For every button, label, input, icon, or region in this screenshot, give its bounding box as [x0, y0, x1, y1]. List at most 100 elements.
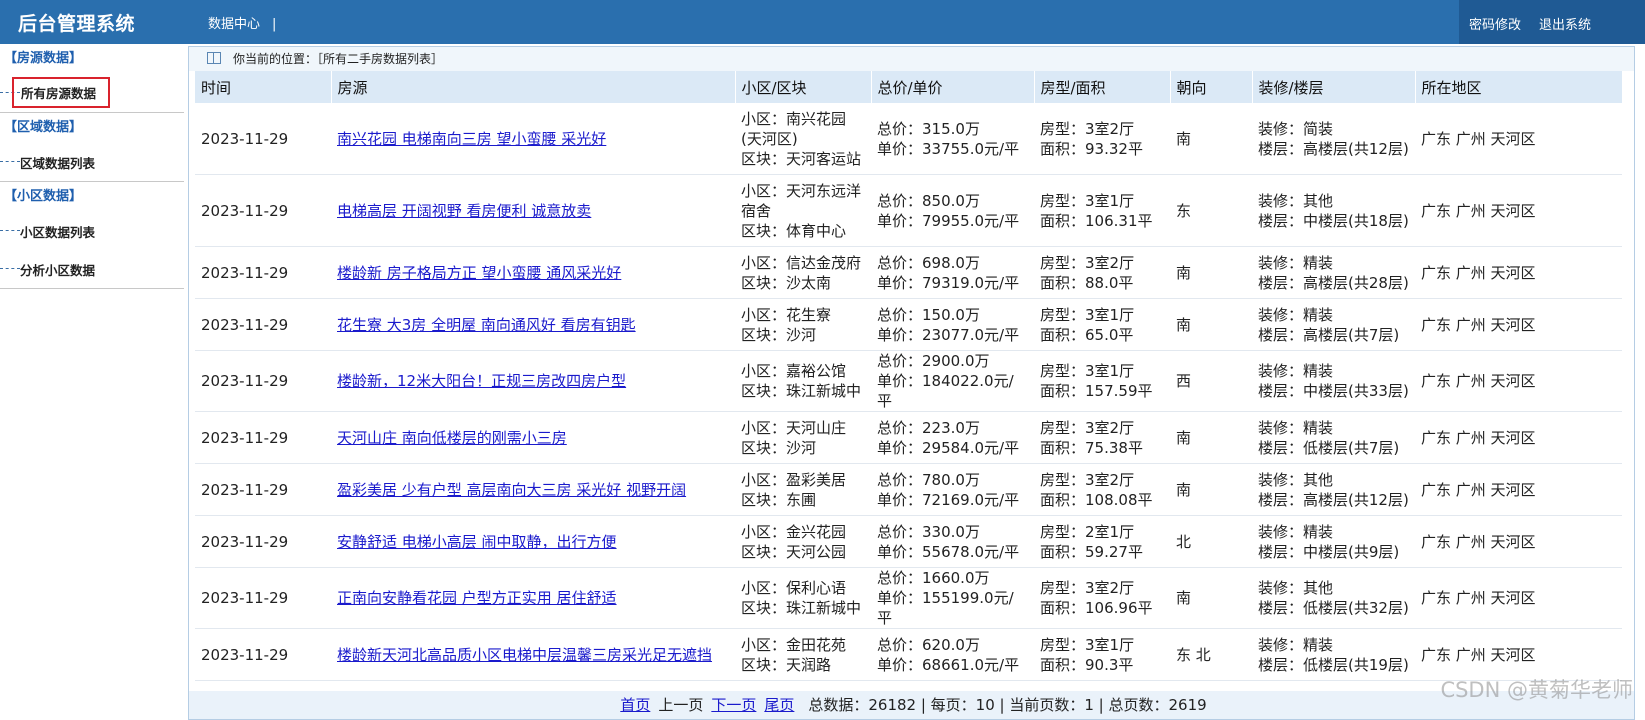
table-row: 2023-11-29 楼龄新，12米大阳台！正规三房改四房户型 小区：嘉裕公馆 区块：…: [195, 350, 1622, 412]
cell-layout: 房型：3室2厅 面积：93.32平: [1034, 103, 1170, 175]
listing-link[interactable]: 楼龄新，12米大阳台！正规三房改四房户型: [337, 372, 626, 390]
listing-link[interactable]: 楼龄新 房子格局方正 望小蛮腰 通风采光好: [337, 264, 621, 282]
cell-orientation: 西: [1170, 350, 1252, 412]
area-size: 面积：106.31平: [1040, 211, 1153, 230]
cell-layout: 房型：3室1厅 面积：65.0平: [1034, 298, 1170, 351]
change-password-link[interactable]: 密码修改: [1469, 14, 1521, 33]
decoration: 装修：其他: [1258, 579, 1334, 597]
cell-layout: 房型：2室1厅 面积：59.27平: [1034, 515, 1170, 568]
breadcrumb: 你当前的位置：［所有二手房数据列表］: [189, 47, 1634, 71]
listing-link[interactable]: 正南向安静看花园 户型方正实用 居住舒适: [337, 589, 617, 607]
cell-layout: 房型：3室1厅 面积：106.31平: [1034, 174, 1170, 247]
main-panel: 你当前的位置：［所有二手房数据列表］ 时间 房源 小区/区块 总价/单价 房型/…: [188, 46, 1635, 720]
unit-price: 单价：29584.0元/平: [877, 438, 1020, 457]
area-size: 面积：75.38平: [1040, 438, 1143, 457]
listing-link[interactable]: 南兴花园 电梯南向三房 望小蛮腰 采光好: [337, 130, 606, 148]
community-name: 小区：南兴花园(天河区): [741, 109, 847, 148]
tree-dash: [0, 161, 20, 162]
cell-price: 总价：150.0万 单价：23077.0元/平: [871, 298, 1034, 351]
cell-community: 小区：天河东远洋宿舍 区块：体育中心: [735, 174, 871, 247]
area-size: 面积：106.96平: [1040, 599, 1153, 617]
sidebar-group-communities: 【小区数据】 小区数据列表 分析小区数据: [0, 182, 184, 289]
listing-link[interactable]: 花生寮 大3房 全明屋 南向通风好 看房有钥匙: [337, 316, 636, 334]
col-region: 所在地区: [1415, 71, 1623, 103]
sidebar-item-all-listings[interactable]: 所有房源数据: [0, 74, 184, 112]
floor: 楼层：低楼层(共32层): [1258, 599, 1409, 617]
community-name: 小区：花生寮: [741, 305, 832, 324]
room-layout: 房型：3室2厅: [1040, 579, 1135, 597]
area-size: 面积：93.32平: [1040, 139, 1143, 158]
listing-link[interactable]: 楼龄新天河北高品质小区电梯中层温馨三房采光足无遮挡: [337, 646, 712, 664]
decoration: 装修：精装: [1258, 418, 1334, 437]
block-name: 区块：沙太南: [741, 273, 832, 292]
sidebar-item-label: 所有房源数据: [12, 77, 111, 108]
room-layout: 房型：3室2厅: [1040, 119, 1135, 138]
book-icon: [207, 52, 221, 64]
sidebar-item-label: 分析小区数据: [20, 263, 96, 278]
room-layout: 房型：3室1厅: [1040, 305, 1135, 324]
room-layout: 房型：3室2厅: [1040, 253, 1135, 272]
unit-price: 单价：155199.0元/平: [877, 589, 1014, 627]
decoration: 装修：精装: [1258, 305, 1334, 324]
cell-community: 小区：盈彩美居 区块：东圃: [735, 463, 871, 516]
block-name: 区块：体育中心: [741, 221, 847, 240]
block-name: 区块：珠江新城中: [741, 599, 862, 617]
breadcrumb-text: 你当前的位置：［所有二手房数据列表］: [233, 52, 444, 66]
next-page-link[interactable]: 下一页: [711, 696, 756, 714]
room-layout: 房型：3室2厅: [1040, 470, 1135, 489]
sidebar-group-listings: 【房源数据】 所有房源数据: [0, 44, 184, 113]
cell-time: 2023-11-29: [195, 350, 331, 412]
room-layout: 房型：3室2厅: [1040, 418, 1135, 437]
floor: 楼层：高楼层(共12层): [1258, 139, 1409, 158]
logout-link[interactable]: 退出系统: [1539, 14, 1591, 33]
sidebar-item-analyze-community[interactable]: 分析小区数据: [0, 250, 184, 288]
col-price: 总价/单价: [871, 71, 1035, 103]
cell-time: 2023-11-29: [195, 298, 331, 351]
cell-listing: 电梯高层 开阔视野 看房便利 诚意放卖: [331, 174, 735, 247]
sidebar-item-community-list[interactable]: 小区数据列表: [0, 212, 184, 250]
community-name: 小区：保利心语: [741, 579, 847, 597]
listing-link[interactable]: 安静舒适 电梯小高层 闹中取静，出行方便: [337, 533, 617, 551]
cell-region: 广东 广州 天河区: [1415, 515, 1622, 568]
cell-orientation: 东 北: [1170, 628, 1252, 681]
nav-data-center[interactable]: 数据中心: [208, 17, 260, 32]
cell-community: 小区：金兴花园 区块：天河公园: [735, 515, 871, 568]
decoration: 装修：精装: [1258, 362, 1334, 380]
last-page-link[interactable]: 尾页: [764, 696, 794, 714]
sidebar-item-area-list[interactable]: 区域数据列表: [0, 143, 184, 181]
cell-orientation: 南: [1170, 411, 1252, 464]
col-layout: 房型/面积: [1034, 71, 1171, 103]
prev-page-text: 上一页: [658, 696, 704, 714]
table-row: 2023-11-29 电梯高层 开阔视野 看房便利 诚意放卖 小区：天河东远洋宿舍区…: [195, 174, 1622, 247]
sidebar-group-title: 【房源数据】: [4, 51, 83, 66]
floor: 楼层：低楼层(共19层): [1258, 655, 1409, 674]
cell-price: 总价：850.0万 单价：79955.0元/平: [871, 174, 1034, 247]
decoration: 装修：精装: [1258, 635, 1334, 654]
total-price: 总价：223.0万: [877, 418, 980, 437]
cell-region: 广东 广州 天河区: [1415, 246, 1622, 299]
cell-layout: 房型：3室2厅 面积：106.96平: [1034, 567, 1170, 629]
cell-listing: 楼龄新天河北高品质小区电梯中层温馨三房采光足无遮挡: [331, 628, 735, 681]
floor: 楼层：中楼层(共9层): [1258, 542, 1400, 561]
listing-link[interactable]: 天河山庄 南向低楼层的刚需小三房: [337, 429, 567, 447]
cell-decoration: 装修：精装 楼层：中楼层(共33层): [1252, 350, 1415, 412]
cell-decoration: 装修：其他 楼层：高楼层(共12层): [1252, 463, 1415, 516]
table-row: 2023-11-29 正南向安静看花园 户型方正实用 居住舒适 小区：保利心语 区块：…: [195, 567, 1622, 629]
table-row: 2023-11-29 花生寮 大3房 全明屋 南向通风好 看房有钥匙 小区：花生寮区…: [195, 298, 1622, 351]
listing-link[interactable]: 盈彩美居 少有户型 高层南向大三房 采光好 视野开阔: [337, 481, 686, 499]
listing-link[interactable]: 电梯高层 开阔视野 看房便利 诚意放卖: [337, 202, 591, 220]
cell-listing: 正南向安静看花园 户型方正实用 居住舒适: [331, 567, 735, 629]
unit-price: 单价：79955.0元/平: [877, 211, 1020, 230]
cell-listing: 天河山庄 南向低楼层的刚需小三房: [331, 411, 735, 464]
cell-decoration: 装修：精装 楼层：低楼层(共19层): [1252, 628, 1415, 681]
unit-price: 单价：68661.0元/平: [877, 655, 1020, 674]
first-page-link[interactable]: 首页: [620, 696, 650, 714]
block-name: 区块：天河客运站: [741, 149, 862, 168]
cell-orientation: 南: [1170, 103, 1252, 175]
cell-listing: 南兴花园 电梯南向三房 望小蛮腰 采光好: [331, 103, 735, 175]
cell-price: 总价：223.0万 单价：29584.0元/平: [871, 411, 1034, 464]
listings-table: 时间 房源 小区/区块 总价/单价 房型/面积 朝向 装修/楼层 所在地区 20…: [195, 71, 1623, 681]
cell-time: 2023-11-29: [195, 463, 331, 516]
cell-orientation: 东: [1170, 174, 1252, 247]
cell-community: 小区：保利心语 区块：珠江新城中: [735, 567, 871, 629]
